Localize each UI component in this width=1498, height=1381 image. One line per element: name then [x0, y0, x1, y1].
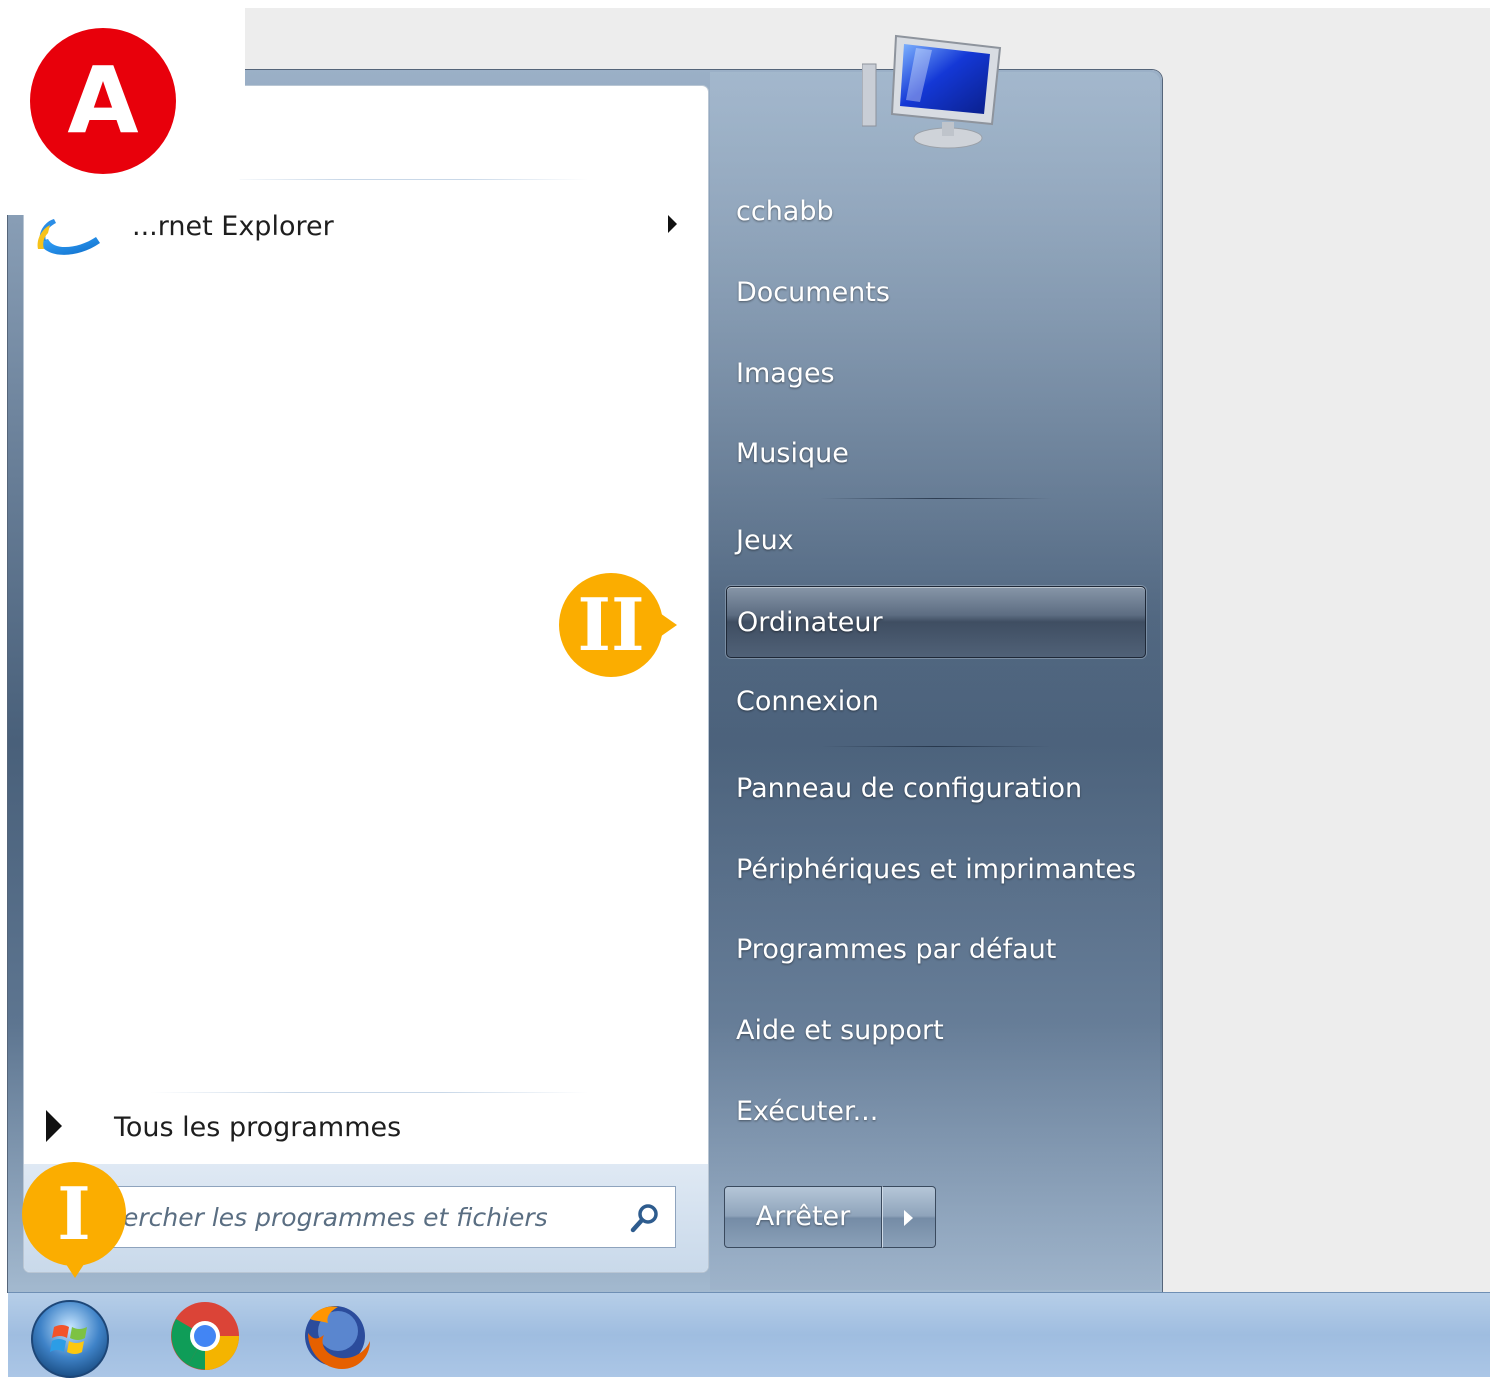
start-item-peripheriques-et-imprimantes[interactable]: Périphériques et imprimantes: [726, 834, 1146, 906]
separator: [820, 498, 1052, 499]
start-item-user-folder[interactable]: cchabb: [726, 176, 1146, 248]
separator: [150, 1092, 588, 1093]
marker-pointer: [657, 611, 677, 639]
annotation-badge-background: A: [0, 0, 245, 215]
marker-pointer: [62, 1258, 88, 1278]
start-item-images[interactable]: Images: [726, 338, 1146, 410]
chrome-icon[interactable]: [168, 1299, 242, 1373]
separator: [820, 746, 1052, 747]
all-programs-button[interactable]: Tous les programmes: [40, 1100, 540, 1156]
start-item-documents[interactable]: Documents: [726, 257, 1146, 329]
shutdown-button[interactable]: Arrêter: [724, 1186, 882, 1248]
program-label: ...rnet Explorer: [132, 211, 334, 242]
step-marker-2: II: [559, 573, 677, 677]
start-item-aide-et-support[interactable]: Aide et support: [726, 995, 1146, 1067]
annotation-badge-a: A: [30, 28, 176, 174]
start-item-musique[interactable]: Musique: [726, 418, 1146, 490]
taskbar: [8, 1292, 1490, 1378]
start-item-jeux[interactable]: Jeux: [726, 505, 1146, 577]
triangle-right-icon: [904, 1210, 913, 1226]
start-item-panneau-de-configuration[interactable]: Panneau de configuration: [726, 753, 1146, 825]
search-input[interactable]: [123, 1201, 623, 1233]
computer-monitor-icon: [862, 34, 1002, 149]
step-marker-label: I: [57, 1171, 91, 1256]
all-programs-label: Tous les programmes: [114, 1112, 402, 1143]
start-item-executer[interactable]: Exécuter...: [726, 1076, 1146, 1148]
step-marker-1: I: [22, 1162, 126, 1278]
internet-explorer-icon: [37, 219, 100, 255]
windows-logo-icon[interactable]: [26, 1297, 118, 1381]
firefox-icon[interactable]: [298, 1299, 372, 1373]
start-item-ordinateur[interactable]: Ordinateur: [726, 586, 1146, 658]
separator: [220, 179, 588, 180]
shutdown-group: Arrêter: [724, 1186, 936, 1248]
submenu-arrow-icon[interactable]: [668, 215, 677, 233]
start-item-programmes-par-defaut[interactable]: Programmes par défaut: [726, 914, 1146, 986]
shutdown-options-button[interactable]: [882, 1186, 936, 1248]
triangle-right-icon: [46, 1110, 62, 1142]
step-marker-label: II: [577, 582, 645, 667]
search-icon[interactable]: [629, 1201, 663, 1235]
start-menu-left-pane: [24, 86, 708, 1272]
search-box[interactable]: [110, 1186, 676, 1248]
start-item-connexion[interactable]: Connexion: [726, 666, 1146, 738]
